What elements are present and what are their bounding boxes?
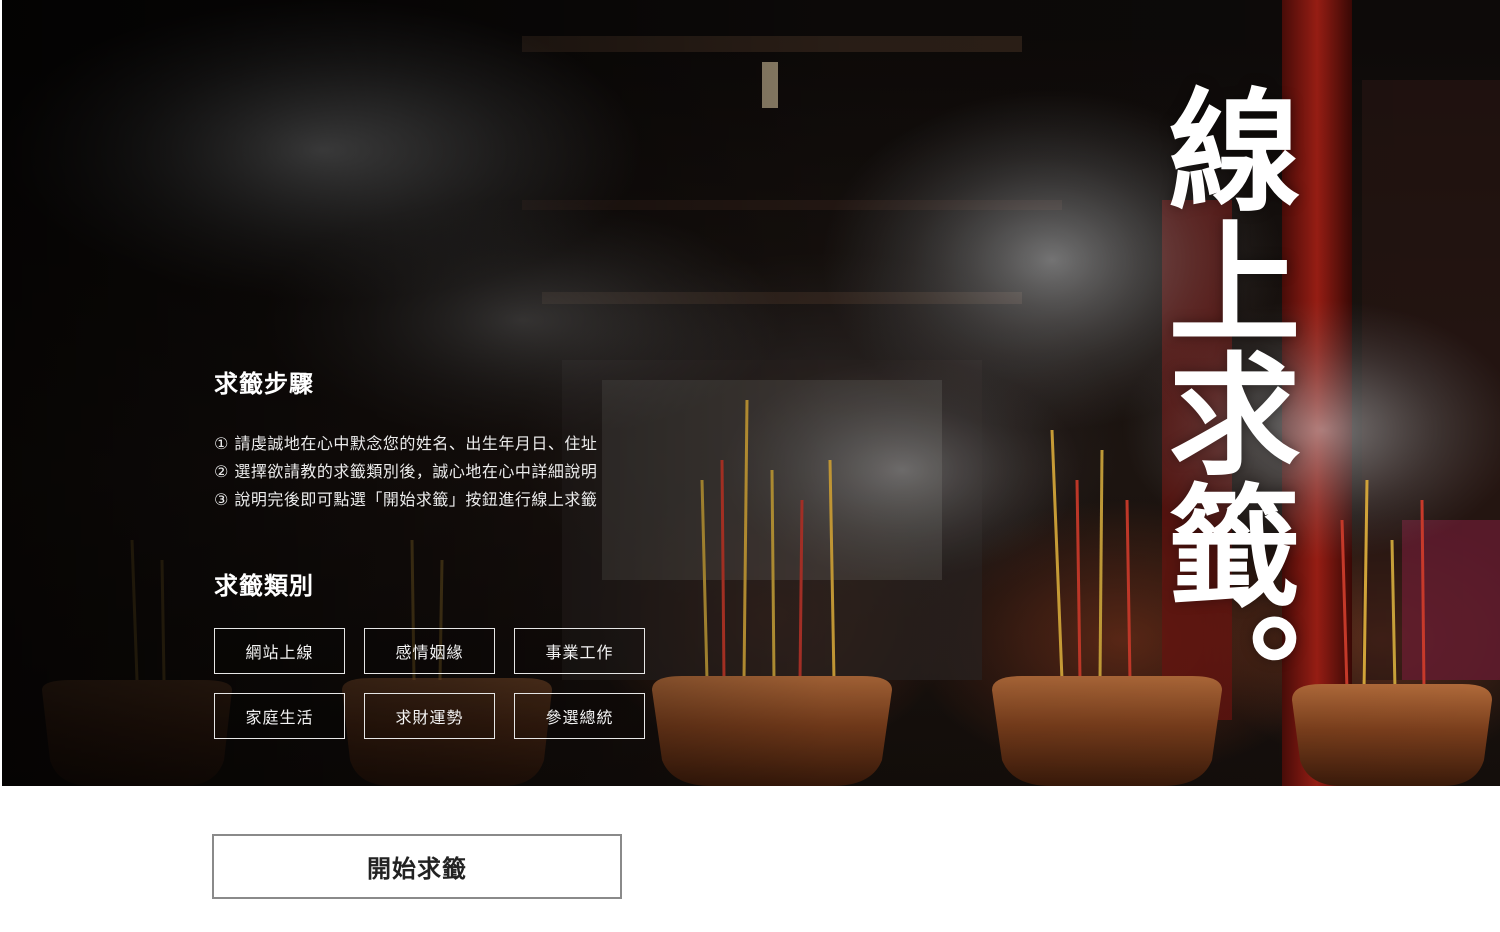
category-button-wealth[interactable]: 求財運勢	[364, 693, 495, 739]
steps-list: ① 請虔誠地在心中默念您的姓名、出生年月日、住址 ② 選擇欲請教的求籤類別後，誠…	[214, 430, 597, 514]
category-button-career[interactable]: 事業工作	[514, 628, 645, 674]
categories-heading: 求籤類別	[214, 571, 314, 600]
step-item-2: ② 選擇欲請教的求籤類別後，誠心地在心中詳細說明	[214, 462, 598, 481]
step-item-3: ③ 說明完後即可點選「開始求籤」按鈕進行線上求籤	[214, 490, 598, 509]
category-button-website-launch[interactable]: 網站上線	[214, 628, 345, 674]
step-item-1: ① 請虔誠地在心中默念您的姓名、出生年月日、住址	[214, 434, 598, 453]
hero-title: 線上求籤。	[1146, 82, 1301, 742]
page: 求籤步驟 ① 請虔誠地在心中默念您的姓名、出生年月日、住址 ② 選擇欲請教的求籤…	[0, 0, 1500, 932]
category-button-election[interactable]: 參選總統	[514, 693, 645, 739]
category-button-love[interactable]: 感情姻緣	[364, 628, 495, 674]
category-button-family[interactable]: 家庭生活	[214, 693, 345, 739]
steps-heading: 求籤步驟	[214, 369, 314, 398]
start-draw-button[interactable]: 開始求籤	[212, 834, 622, 899]
category-grid: 網站上線 感情姻緣 事業工作 家庭生活 求財運勢 參選總統	[214, 628, 646, 739]
hero-banner: 求籤步驟 ① 請虔誠地在心中默念您的姓名、出生年月日、住址 ② 選擇欲請教的求籤…	[2, 0, 1500, 786]
